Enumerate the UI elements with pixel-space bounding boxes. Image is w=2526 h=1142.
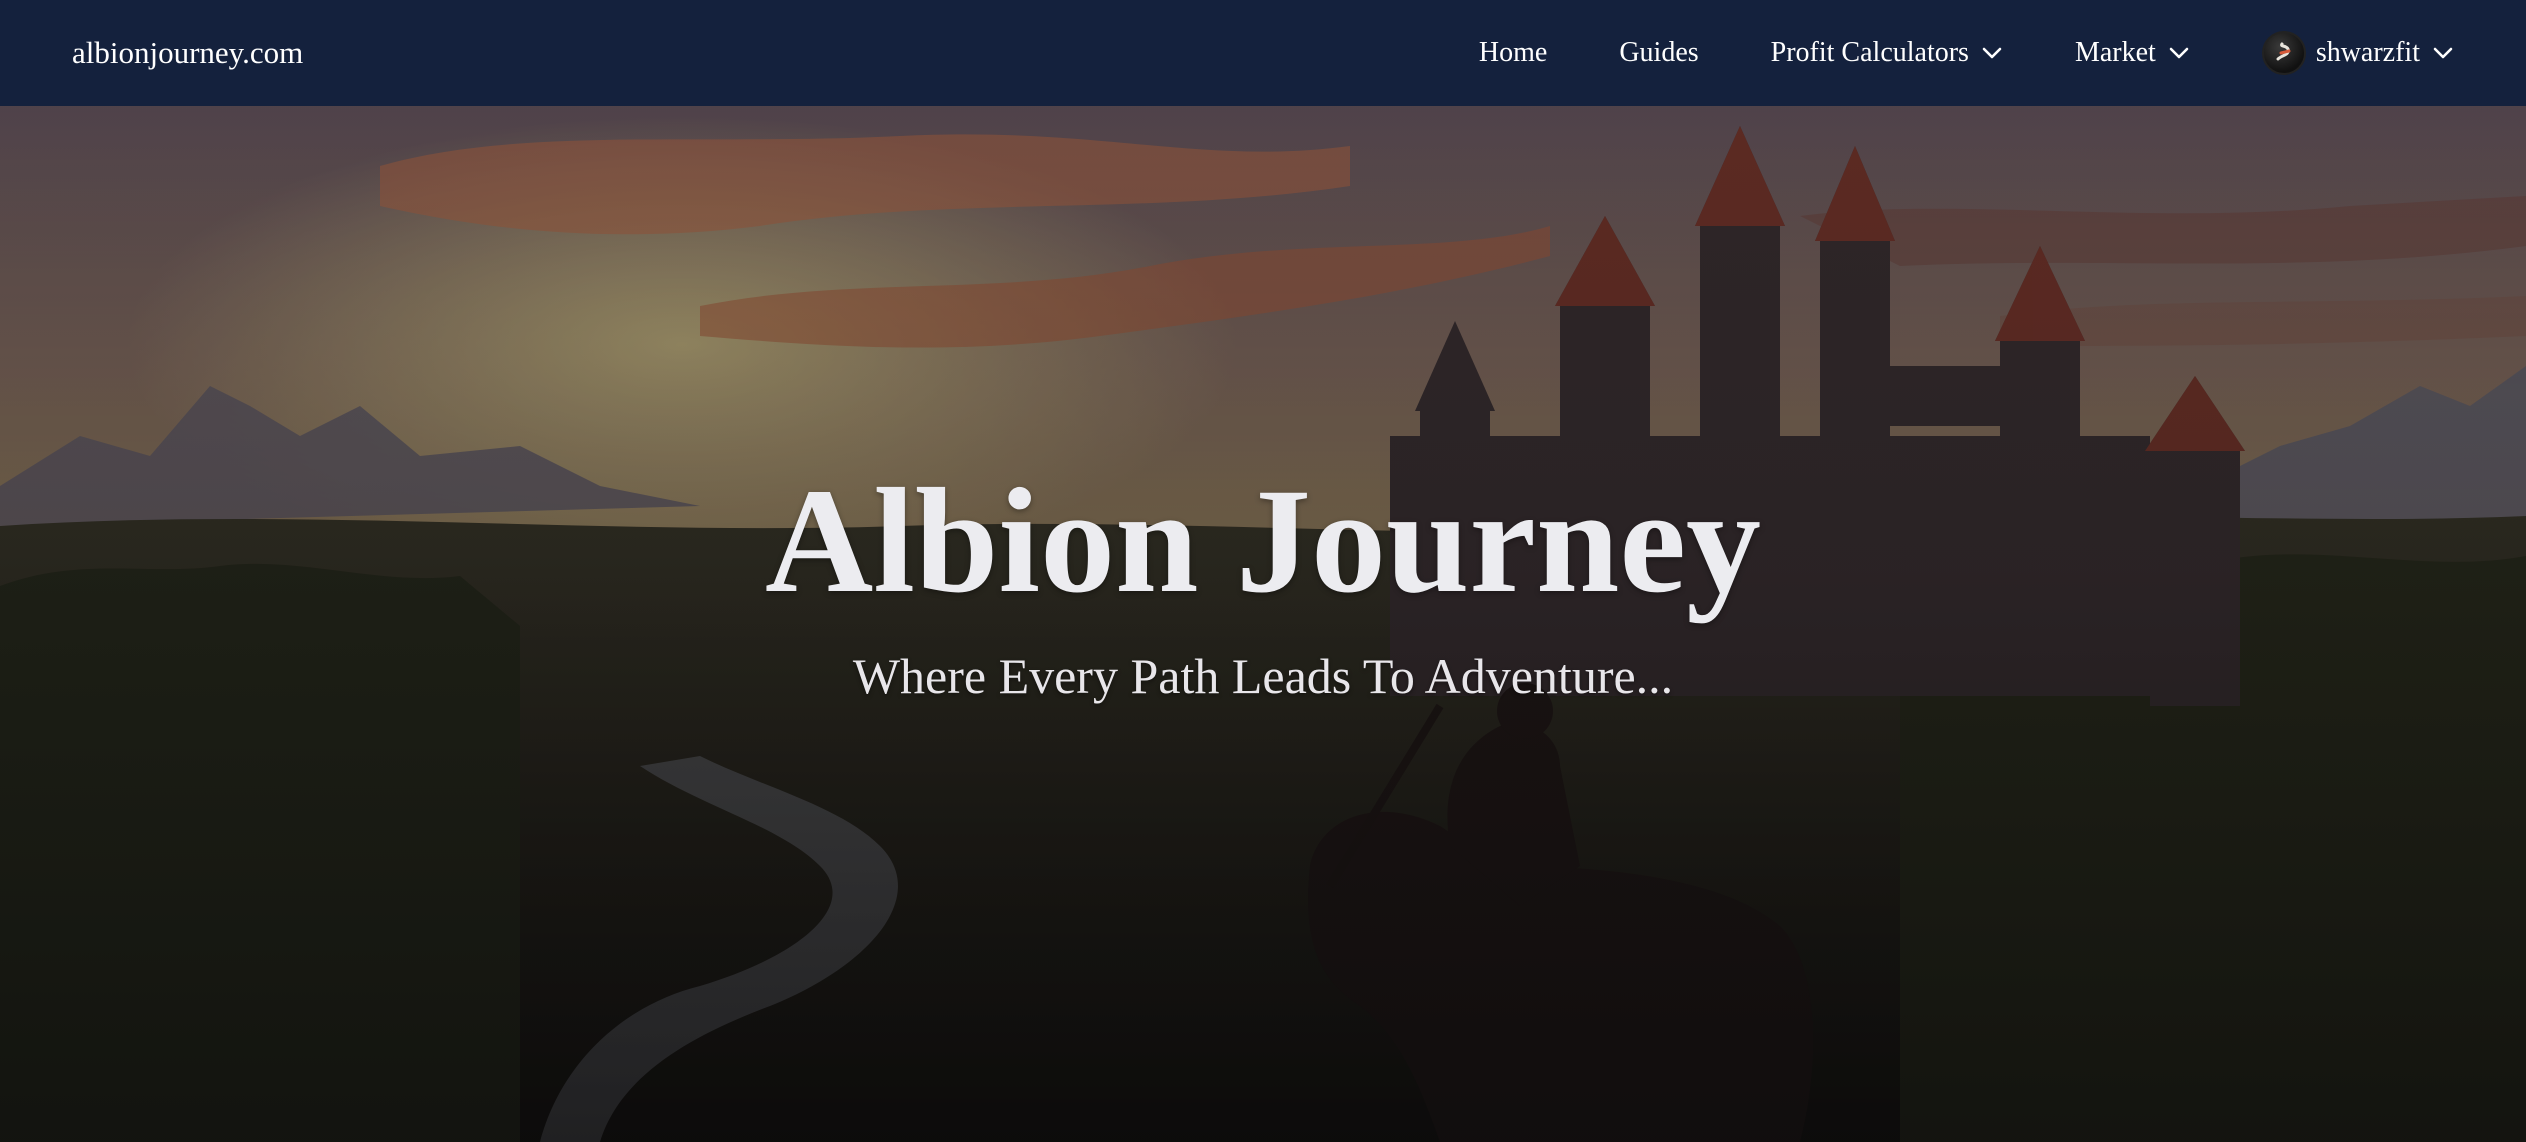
hero-subtitle: Where Every Path Leads To Adventure... (852, 648, 1674, 704)
nav-item-guides[interactable]: Guides (1619, 37, 1698, 69)
nav-item-home[interactable]: Home (1479, 37, 1547, 69)
top-navbar: albionjourney.com Home Guides Profit Cal… (0, 0, 2526, 106)
nav-item-label: Home (1478, 37, 1548, 68)
chevron-down-icon (1982, 47, 2002, 59)
chevron-down-icon (2169, 47, 2189, 59)
chevron-down-icon (2433, 47, 2453, 59)
nav-item-market[interactable]: Market (2075, 37, 2190, 69)
hero-overlay (0, 106, 2526, 1142)
site-brand-link[interactable]: albionjourney.com (72, 0, 303, 106)
nav-item-label: Guides (1619, 37, 1699, 68)
nav-links: Home Guides Profit Calculators Market sh… (1407, 0, 2454, 106)
hero-banner: Albion Journey Where Every Path Leads To… (0, 106, 2526, 1142)
user-menu[interactable]: shwarzfit (2261, 31, 2454, 75)
nav-item-label: Market (2074, 37, 2156, 68)
user-name: shwarzfit (2315, 37, 2420, 68)
nav-item-label: Profit Calculators (1770, 37, 1969, 68)
nav-item-profit-calculators[interactable]: Profit Calculators (1771, 37, 2003, 69)
avatar-icon (2261, 31, 2306, 75)
hero-title: Albion Journey (764, 458, 1762, 624)
